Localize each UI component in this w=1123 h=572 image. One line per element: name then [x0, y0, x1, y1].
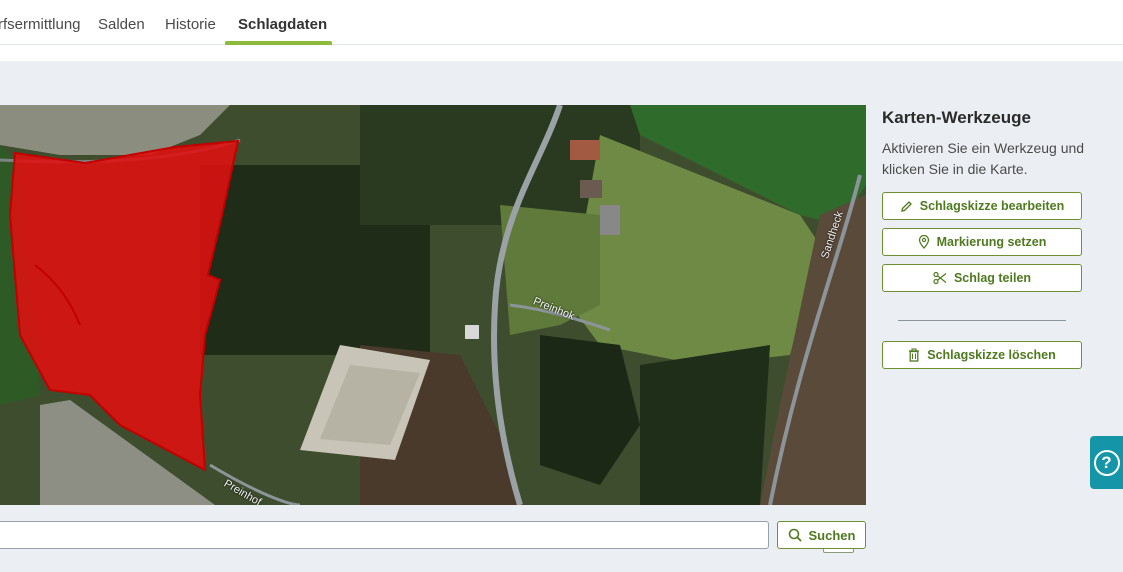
delete-field-sketch-button[interactable]: Schlagskizze löschen [882, 341, 1082, 369]
map-imagery [0, 105, 866, 505]
tab-schlagdaten[interactable]: Schlagdaten [238, 0, 327, 45]
active-tab-indicator [225, 41, 332, 45]
pencil-icon [900, 200, 912, 212]
edit-field-sketch-label: Schlagskizze bearbeiten [919, 199, 1065, 213]
search-input[interactable] [0, 521, 769, 549]
search-icon [788, 528, 802, 542]
search-button[interactable]: Suchen [777, 521, 866, 549]
set-marker-button[interactable]: Markierung setzen [882, 228, 1082, 256]
delete-field-sketch-label: Schlagskizze löschen [927, 348, 1056, 362]
scissors-icon [933, 271, 947, 285]
search-button-label: Suchen [808, 527, 856, 543]
split-field-button[interactable]: Schlag teilen [882, 264, 1082, 292]
map-tools-panel: Karten-Werkzeuge Aktivieren Sie ein Werk… [882, 108, 1092, 180]
help-button[interactable]: ? [1090, 436, 1123, 489]
tools-divider [898, 320, 1066, 321]
satellite-map[interactable]: Preinhok Sandheck Preinhof [0, 105, 866, 505]
edit-field-sketch-button[interactable]: Schlagskizze bearbeiten [882, 192, 1082, 220]
set-marker-label: Markierung setzen [936, 235, 1047, 249]
tab-bedarfsermittlung[interactable]: rfsermittlung [0, 0, 81, 45]
map-pin-icon [918, 235, 929, 249]
tab-bar: rfsermittlung Salden Historie Schlagdate… [0, 0, 1123, 45]
split-field-label: Schlag teilen [953, 271, 1032, 285]
main-panel: Preinhok Sandheck Preinhof © Suchen Kart… [0, 61, 1123, 572]
help-icon: ? [1093, 449, 1120, 476]
tab-historie[interactable]: Historie [165, 0, 216, 45]
tab-salden[interactable]: Salden [98, 0, 145, 45]
trash-icon [909, 348, 920, 362]
map-tools-description: Aktivieren Sie ein Werkzeug und klicken … [882, 140, 1085, 177]
map-tools-title: Karten-Werkzeuge [882, 108, 1031, 127]
